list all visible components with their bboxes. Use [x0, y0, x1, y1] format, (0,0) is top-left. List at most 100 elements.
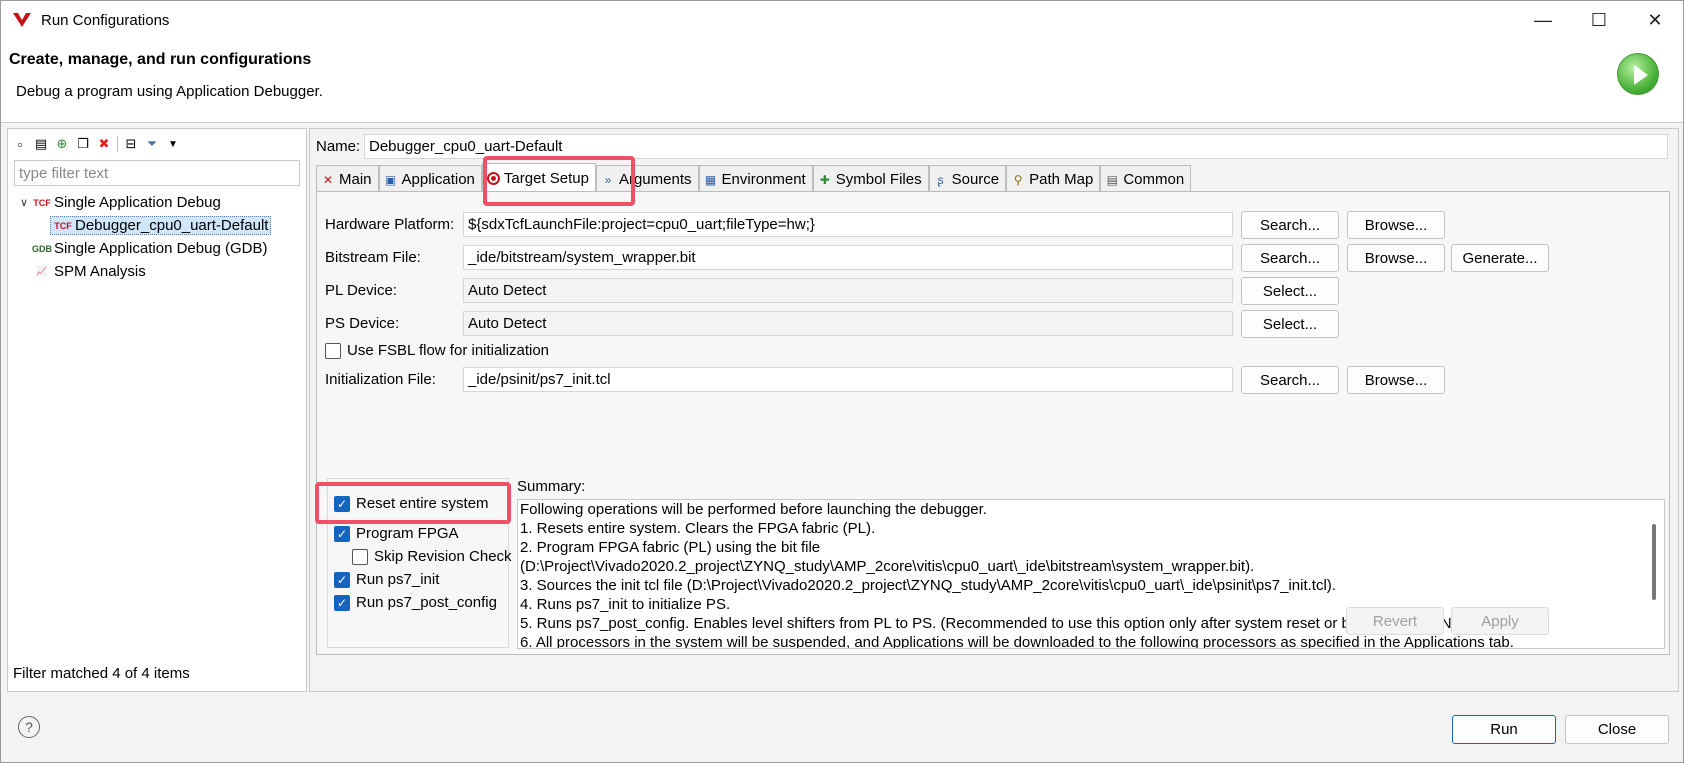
hardware-browse-button[interactable]: Browse...: [1347, 211, 1445, 239]
tab-common[interactable]: ▤ Common: [1100, 165, 1192, 191]
target-setup-content: Hardware Platform: ${sdxTcfLaunchFile:pr…: [316, 191, 1670, 655]
tree-item-label: SPM Analysis: [54, 263, 146, 280]
skip-revision-label: Skip Revision Check: [374, 548, 512, 565]
program-fpga-highlight: [315, 482, 511, 524]
bitstream-label: Bitstream File:: [325, 249, 421, 266]
configuration-editor: Name: Debugger_cpu0_uart-Default ✕ Main ▣…: [309, 128, 1679, 692]
pl-device-field: Auto Detect: [463, 278, 1233, 303]
hardware-platform-label: Hardware Platform:: [325, 216, 455, 233]
new-configuration-icon[interactable]: ▫: [12, 136, 28, 152]
bitstream-field[interactable]: _ide/bitstream/system_wrapper.bit: [463, 245, 1233, 270]
summary-label: Summary:: [517, 478, 586, 495]
bitstream-search-button[interactable]: Search...: [1241, 244, 1339, 272]
checkbox-checked-icon: ✓: [334, 525, 350, 542]
vitis-logo-icon: [13, 13, 31, 27]
tab-label: Symbol Files: [835, 171, 922, 188]
program-fpga-label: Program FPGA: [356, 525, 459, 542]
configuration-tree: ∨ TCF Single Application Debug TCF Debug…: [16, 191, 302, 283]
name-label: Name:: [316, 138, 361, 155]
use-fsbl-checkbox[interactable]: Use FSBL flow for initialization: [325, 342, 549, 359]
run-ps7-init-label: Run ps7_init: [356, 571, 440, 588]
filter-icon[interactable]: ⏷: [144, 136, 160, 152]
gdb-launch-icon: GDB: [32, 243, 52, 254]
filter-status: Filter matched 4 of 4 items: [13, 665, 190, 682]
run-ps7-post-config-checkbox[interactable]: ✓ Run ps7_post_config: [334, 594, 497, 611]
tree-item-label: Debugger_cpu0_uart-Default: [75, 217, 269, 234]
tab-main[interactable]: ✕ Main: [316, 165, 379, 191]
symbol-files-icon: ✚: [819, 172, 830, 187]
close-window-button[interactable]: ✕: [1627, 1, 1683, 39]
summary-line: 1. Resets entire system. Clears the FPGA…: [520, 520, 876, 537]
run-banner-icon: [1617, 53, 1659, 95]
dialog-header: Create, manage, and run configurations D…: [1, 39, 1683, 123]
bitstream-browse-button[interactable]: Browse...: [1347, 244, 1445, 272]
tab-environment[interactable]: ▦ Environment: [698, 165, 813, 191]
ps-device-label: PS Device:: [325, 315, 400, 332]
collapse-all-icon[interactable]: ⊟: [123, 136, 139, 152]
tcf-launch-icon: TCF: [54, 220, 72, 231]
init-file-field[interactable]: _ide/psinit/ps7_init.tcl: [463, 367, 1233, 392]
tab-label: Path Map: [1029, 171, 1094, 188]
run-configurations-dialog: Run Configurations — ☐ ✕ Create, manage,…: [0, 0, 1684, 763]
chevron-down-icon[interactable]: ∨: [16, 196, 32, 209]
title-bar: Run Configurations — ☐ ✕: [1, 1, 1683, 39]
tree-item-single-application-debug[interactable]: ∨ TCF Single Application Debug: [16, 191, 302, 214]
tree-item-label: Single Application Debug: [54, 194, 221, 211]
skip-revision-checkbox[interactable]: Skip Revision Check: [352, 548, 512, 565]
summary-scrollbar[interactable]: [1652, 524, 1656, 600]
selected-tree-item[interactable]: TCF Debugger_cpu0_uart-Default: [50, 216, 272, 235]
bitstream-generate-button[interactable]: Generate...: [1451, 244, 1549, 272]
tab-path-map[interactable]: ⚲ Path Map: [1006, 165, 1101, 191]
hardware-platform-field[interactable]: ${sdxTcfLaunchFile:project=cpu0_uart;fil…: [463, 212, 1233, 237]
tab-bar: ✕ Main ▣ Application Target Setup » Argumen…: [316, 163, 1192, 191]
view-menu-chevron-down-icon[interactable]: ▼: [165, 136, 181, 152]
tree-item-spm-analysis[interactable]: 📈 SPM Analysis: [16, 260, 302, 283]
maximize-button[interactable]: ☐: [1571, 1, 1627, 39]
export-icon[interactable]: ⊕: [54, 136, 70, 152]
apply-button[interactable]: Apply: [1451, 607, 1549, 635]
summary-line: Following operations will be performed b…: [520, 501, 987, 518]
window-title: Run Configurations: [41, 11, 170, 29]
tab-symbol-files[interactable]: ✚ Symbol Files: [812, 165, 929, 191]
checkbox-unchecked-icon: [325, 342, 341, 359]
tree-item-label: Single Application Debug (GDB): [54, 240, 268, 257]
run-ps7-init-checkbox[interactable]: ✓ Run ps7_init: [334, 571, 439, 588]
header-subtitle: Debug a program using Application Debugg…: [16, 83, 323, 100]
configurations-toolbar: ▫ ▤ ⊕ ❐ ✖ ⊟ ⏷ ▼: [12, 133, 181, 155]
tree-item-debugger-config[interactable]: TCF Debugger_cpu0_uart-Default: [16, 214, 302, 237]
header-title: Create, manage, and run configurations: [9, 51, 312, 68]
revert-button[interactable]: Revert: [1346, 607, 1444, 635]
program-fpga-checkbox[interactable]: ✓ Program FPGA: [334, 525, 459, 542]
checkbox-checked-icon: ✓: [334, 571, 350, 588]
ps-device-select-button[interactable]: Select...: [1241, 310, 1339, 338]
summary-line: 3. Sources the init tcl file (D:\Project…: [520, 577, 1336, 594]
init-search-button[interactable]: Search...: [1241, 366, 1339, 394]
tab-label: Source: [951, 171, 1000, 188]
help-icon[interactable]: ?: [18, 716, 40, 738]
delete-icon[interactable]: ✖: [96, 136, 112, 152]
summary-line: 6. All processors in the system will be …: [520, 634, 1514, 649]
tab-label: Environment: [721, 171, 806, 188]
spm-chart-icon: 📈: [36, 266, 48, 276]
xilinx-main-icon: ✕: [322, 172, 334, 187]
environment-icon: ▦: [704, 172, 717, 187]
path-map-icon: ⚲: [1013, 172, 1023, 187]
duplicate-icon[interactable]: ❐: [75, 136, 91, 152]
run-button[interactable]: Run: [1452, 715, 1556, 744]
tab-label: Main: [339, 171, 372, 188]
tab-application[interactable]: ▣ Application: [378, 165, 482, 191]
checkbox-unchecked-icon: [352, 548, 368, 565]
use-fsbl-label: Use FSBL flow for initialization: [347, 342, 550, 359]
close-button[interactable]: Close: [1565, 715, 1669, 744]
pl-device-label: PL Device:: [325, 282, 397, 299]
pl-device-select-button[interactable]: Select...: [1241, 277, 1339, 305]
tab-source[interactable]: ʂ Source: [928, 165, 1007, 191]
tree-item-gdb-debug[interactable]: GDB Single Application Debug (GDB): [16, 237, 302, 260]
minimize-button[interactable]: —: [1515, 1, 1571, 39]
checkbox-checked-icon: ✓: [334, 594, 350, 611]
hardware-search-button[interactable]: Search...: [1241, 211, 1339, 239]
filter-input[interactable]: type filter text: [14, 160, 300, 186]
summary-line: 2. Program FPGA fabric (PL) using the bi…: [520, 539, 821, 556]
init-browse-button[interactable]: Browse...: [1347, 366, 1445, 394]
new-prototype-icon[interactable]: ▤: [33, 136, 49, 152]
